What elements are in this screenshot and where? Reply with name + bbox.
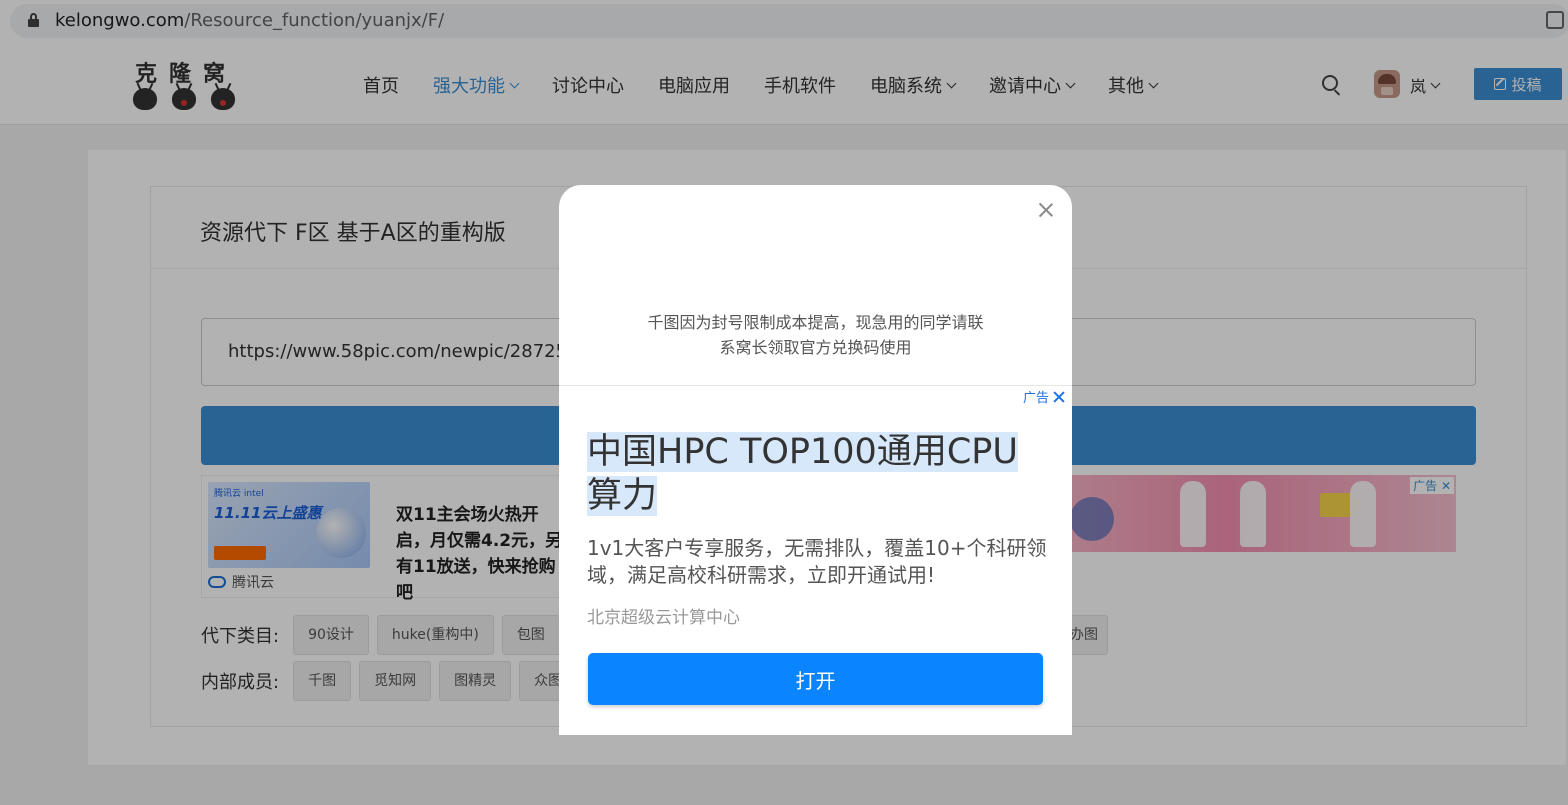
- ad-label-text: 广告: [1023, 391, 1050, 406]
- close-icon[interactable]: [1037, 201, 1055, 219]
- open-button[interactable]: 打开: [588, 653, 1043, 705]
- ad-label[interactable]: 广告: [1023, 387, 1065, 406]
- divider: [559, 385, 1072, 386]
- ad-headline[interactable]: 中国HPC TOP100通用CPU算力: [587, 430, 1049, 518]
- close-ad-icon[interactable]: [1053, 391, 1065, 403]
- notice-text: 千图因为封号限制成本提高，现急用的同学请联 系窝长领取官方兑换码使用: [559, 310, 1072, 360]
- ad-description: 1v1大客户专享服务，无需排队，覆盖10+个科研领域，满足高校科研需求，立即开通…: [587, 536, 1047, 587]
- ad-source: 北京超级云计算中心: [587, 608, 740, 628]
- notice-line: 千图因为封号限制成本提高，现急用的同学请联: [647, 313, 984, 332]
- notice-modal: 千图因为封号限制成本提高，现急用的同学请联 系窝长领取官方兑换码使用 广告 中国…: [559, 185, 1072, 735]
- ad-headline-text: 中国HPC TOP100通用CPU算力: [587, 432, 1018, 516]
- notice-line: 系窝长领取官方兑换码使用: [719, 338, 912, 357]
